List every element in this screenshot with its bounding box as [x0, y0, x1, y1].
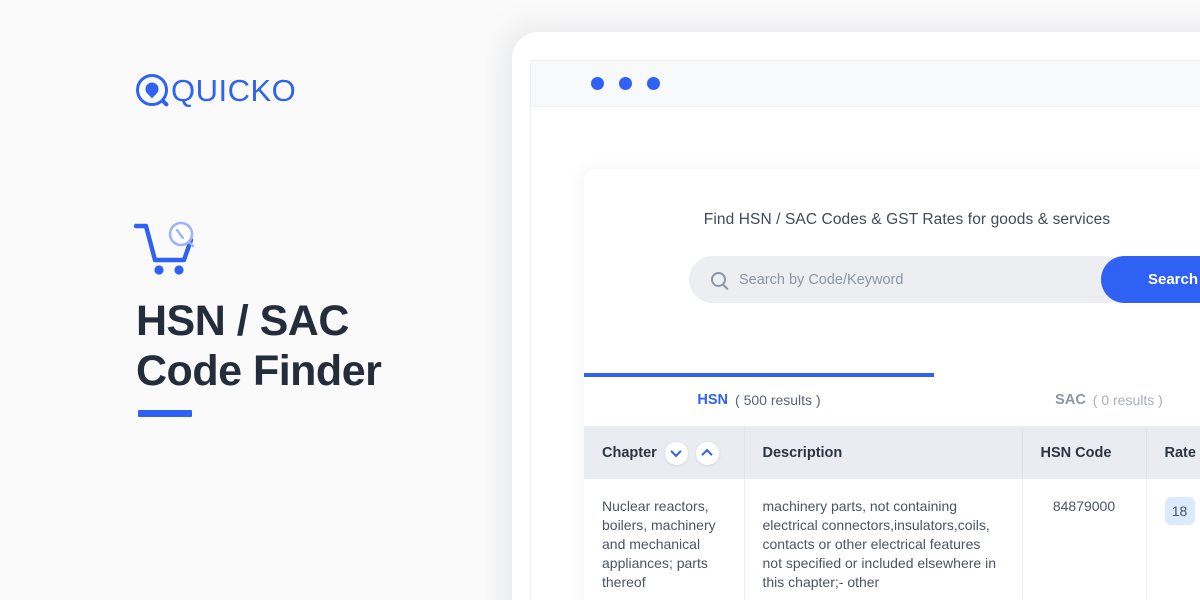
tab-hsn-count: ( 500 results ) [735, 391, 821, 408]
page-title-line-1: HSN / SAC [136, 297, 349, 345]
tab-hsn[interactable]: HSN ( 500 results ) [584, 373, 934, 426]
browser-titlebar [531, 61, 1200, 107]
quicko-q-logo-icon [136, 74, 168, 106]
results-tab-bar: HSN ( 500 results ) SAC ( 0 results ) [584, 373, 1200, 427]
search-button[interactable]: Search [1101, 256, 1200, 303]
tab-hsn-label: HSN [697, 391, 729, 408]
cell-chapter: Nuclear reactors, boilers, machinery and… [584, 479, 745, 600]
left-promo-panel: QUICKO HSN / SAC Code Finder [0, 0, 520, 600]
table-header-row: Chapter Description HSN Code Rate [584, 427, 1200, 479]
column-header-rate: Rate (% [1146, 427, 1200, 479]
quicko-logo: QUICKO [136, 74, 296, 106]
chevron-down-icon [670, 445, 682, 458]
sort-descending-button[interactable] [664, 441, 688, 465]
card-heading: Find HSN / SAC Codes & GST Rates for goo… [703, 211, 1111, 228]
results-table: Chapter Description HSN Code Rate Nuclea… [584, 427, 1200, 600]
tab-sac-label: SAC [1055, 391, 1086, 408]
cell-description: machinery parts, not containing electric… [744, 479, 1023, 600]
tab-sac-count: ( 0 results ) [1092, 391, 1163, 408]
tab-active-indicator [584, 373, 934, 377]
table-row[interactable]: Nuclear reactors, boilers, machinery and… [584, 479, 1200, 600]
column-header-description: Description [744, 427, 1023, 479]
chevron-up-icon [701, 448, 713, 461]
cart-search-icon [133, 220, 199, 285]
tab-sac[interactable]: SAC ( 0 results ) [934, 373, 1200, 426]
cell-rate: 18 12 [1146, 479, 1200, 600]
window-dot-2[interactable] [619, 77, 632, 90]
window-dot-1[interactable] [591, 77, 604, 90]
cell-hsn-code: 84879000 [1022, 479, 1147, 600]
sort-ascending-button[interactable] [695, 441, 719, 465]
page-title: HSN / SAC Code Finder [136, 296, 506, 396]
browser-mockup-frame: Find HSN / SAC Codes & GST Rates for goo… [512, 32, 1200, 600]
title-underline-bar [138, 410, 192, 417]
column-header-chapter: Chapter [584, 427, 745, 479]
page-title-line-2: Code Finder [136, 347, 382, 395]
search-placeholder: Search by Code/Keyword [739, 271, 904, 288]
search-input[interactable]: Search by Code/Keyword [689, 256, 1129, 303]
browser-window: Find HSN / SAC Codes & GST Rates for goo… [530, 60, 1200, 600]
window-dot-3[interactable] [647, 77, 660, 90]
hsn-finder-card: Find HSN / SAC Codes & GST Rates for goo… [584, 169, 1200, 600]
column-header-chapter-label: Chapter [602, 445, 657, 461]
search-icon [711, 272, 726, 287]
column-header-hsn-code: HSN Code [1022, 427, 1147, 479]
search-row: Search by Code/Keyword Search [689, 256, 1200, 303]
brand-wordmark: QUICKO [171, 72, 297, 108]
rate-badge: 18 [1164, 497, 1195, 525]
